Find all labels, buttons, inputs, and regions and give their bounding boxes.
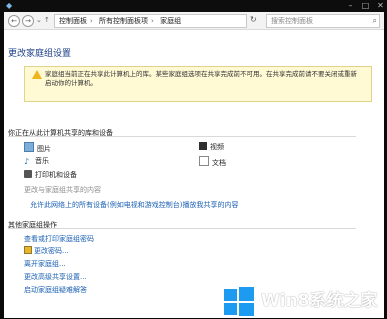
music-icon: ♪ <box>24 157 30 166</box>
shared-item-pictures: 图片 <box>24 142 51 154</box>
breadcrumb-item-homegroup[interactable]: 家庭组 <box>160 17 181 25</box>
maximize-button[interactable]: □ <box>361 1 370 10</box>
warning-banner: 家庭组当前正在共享此计算机上的库。某些家庭组选项在共享完成前不可用。在共享完成前… <box>24 66 372 102</box>
warning-text: 家庭组当前正在共享此计算机上的库。某些家庭组选项在共享完成前不可用。在共享完成前… <box>45 70 357 87</box>
leave-homegroup-link[interactable]: 离开家庭组... <box>24 259 66 269</box>
shared-item-printers: 打印机和设备 <box>24 170 77 180</box>
watermark-text: Win8系统之家 <box>261 291 378 311</box>
breadcrumb-separator-icon: › <box>151 17 154 25</box>
homegroup-app-icon: ◆ <box>6 1 13 10</box>
section-divider <box>8 136 356 137</box>
printer-icon <box>24 170 32 178</box>
section-divider <box>8 228 356 229</box>
search-icon[interactable]: ⌕ <box>373 15 377 27</box>
shared-item-documents: 文档 <box>199 156 226 168</box>
content-area: 更改家庭组设置 家庭组当前正在共享此计算机上的库。某些家庭组选项在共享完成前不可… <box>4 30 384 318</box>
documents-icon <box>199 156 209 166</box>
warning-icon <box>32 70 42 79</box>
breadcrumb-separator-icon: › <box>90 17 93 25</box>
search-input[interactable]: 搜索控制面板 ⌕ <box>266 14 380 28</box>
allow-devices-link[interactable]: 允许此网络上的所有设备(例如电视和游戏控制台)播放我共享的内容 <box>30 200 238 210</box>
pictures-icon <box>24 142 34 152</box>
change-shared-content-link: 更改与家庭组共享的内容 <box>24 186 101 194</box>
up-button[interactable]: ↑ <box>44 16 50 25</box>
breadcrumb[interactable]: 控制面板 › 所有控制面板项 › 家庭组 <box>54 14 247 28</box>
shared-item-video: 视频 <box>199 142 224 152</box>
windows-logo-icon <box>224 287 254 316</box>
search-placeholder: 搜索控制面板 <box>271 17 313 25</box>
navigation-bar: ← → ⌄ ↑ 控制面板 › 所有控制面板项 › 家庭组 ↻ 搜索控制面板 ⌕ <box>4 12 384 30</box>
advanced-sharing-link[interactable]: 更改高级共享设置... <box>24 272 87 282</box>
minimize-button[interactable]: – <box>346 1 355 10</box>
control-panel-window: ← → ⌄ ↑ 控制面板 › 所有控制面板项 › 家庭组 ↻ 搜索控制面板 ⌕ 更改… <box>4 12 384 318</box>
troubleshooter-link[interactable]: 启动家庭组疑难解答 <box>24 285 87 295</box>
watermark: Win8系统之家 <box>224 285 384 317</box>
breadcrumb-item-all-items[interactable]: 所有控制面板项 <box>99 17 148 25</box>
back-button[interactable]: ← <box>8 15 20 27</box>
shield-icon <box>24 246 32 254</box>
breadcrumb-item-control-panel[interactable]: 控制面板 <box>59 17 87 25</box>
window-titlebar: ◆ – □ ✕ <box>0 0 387 12</box>
recent-locations-icon[interactable]: ⌄ <box>36 16 42 25</box>
page-title: 更改家庭组设置 <box>8 49 72 59</box>
change-password-link[interactable]: 更改密码... <box>24 246 69 256</box>
video-icon <box>199 142 207 150</box>
close-button[interactable]: ✕ <box>376 1 385 10</box>
refresh-icon[interactable]: ↻ <box>250 15 257 24</box>
forward-button[interactable]: → <box>22 15 34 27</box>
shared-item-music: ♪ 音乐 <box>24 157 49 166</box>
view-print-password-link[interactable]: 查看或打印家庭组密码 <box>24 234 94 244</box>
